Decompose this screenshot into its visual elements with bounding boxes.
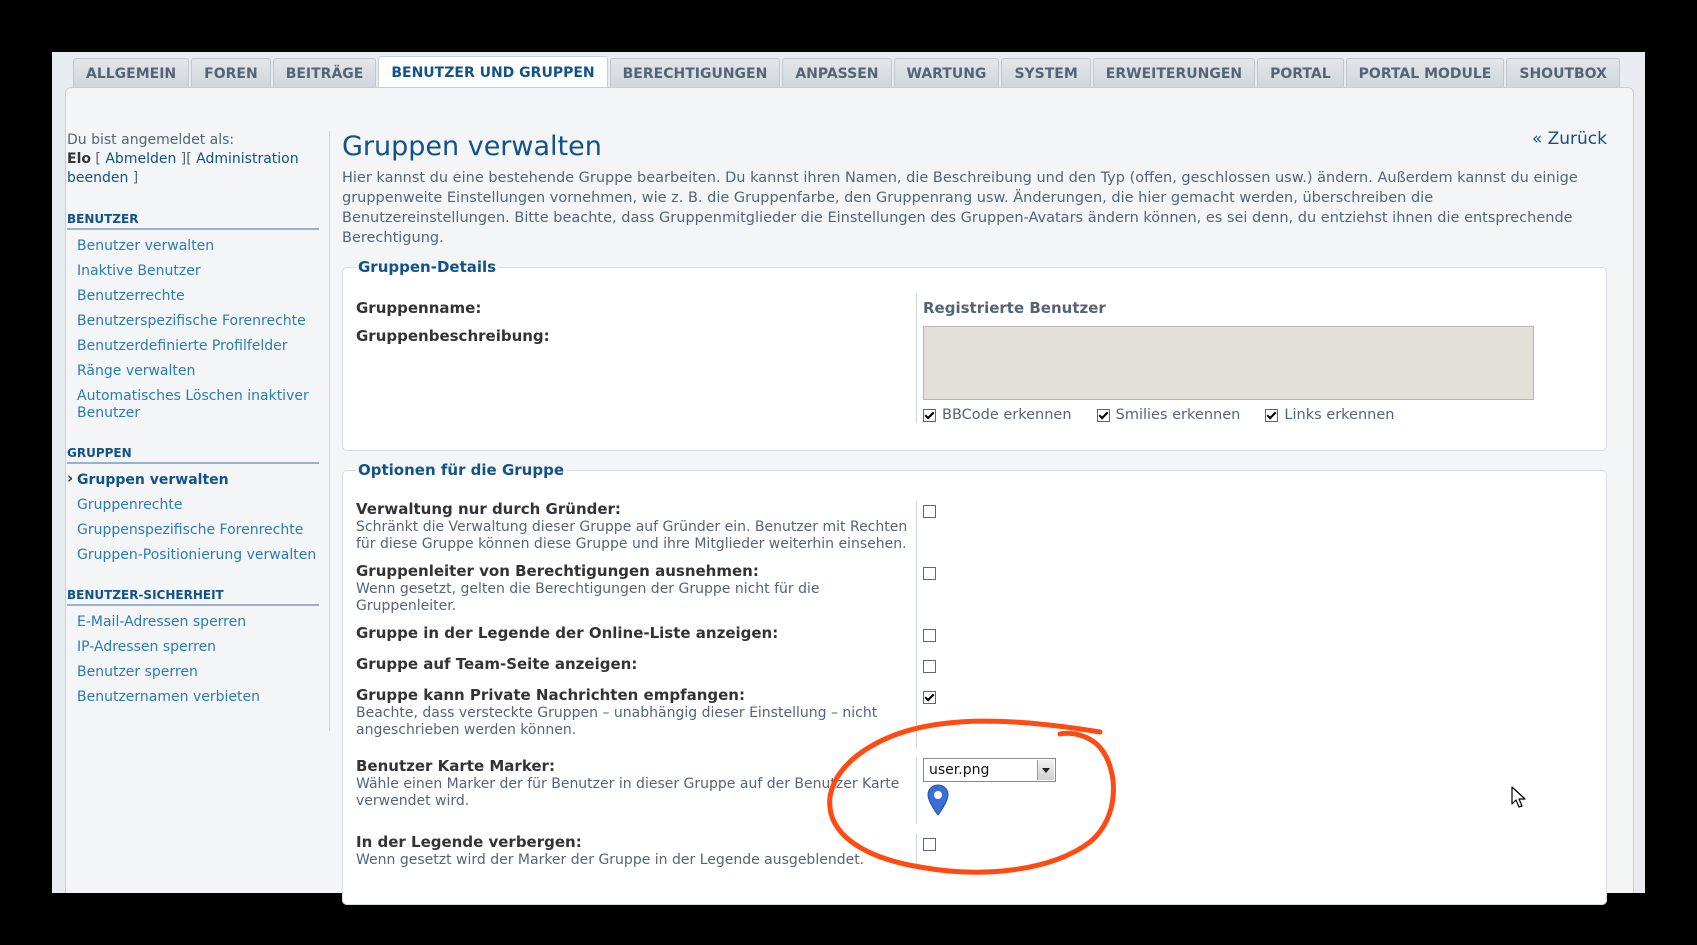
option-description: Beachte, dass versteckte Gruppen – unabh… <box>356 705 878 738</box>
login-info: Du bist angemeldet als: Elo [ Abmelden ]… <box>67 132 299 186</box>
sidebar-item[interactable]: Benutzerdefinierte Profilfelder <box>67 334 329 359</box>
logout-link[interactable]: Abmelden <box>105 151 176 167</box>
option-description: Schränkt die Verwaltung dieser Gruppe au… <box>356 519 908 552</box>
option-label: Verwaltung nur durch Gründer: Schränkt di… <box>356 501 916 563</box>
annotation-circle <box>827 718 1116 875</box>
option-row: Gruppe in der Legende der Online-Liste a… <box>356 625 1593 656</box>
sidebar-item[interactable]: Benutzerspezifische Forenrechte <box>67 309 329 334</box>
group-desc-row: Gruppenbeschreibung: BBCode erkennen Smi… <box>356 324 1593 423</box>
sidebar-menu: BENUTZER Benutzer verwalten Inaktive Benut… <box>67 212 329 710</box>
group-name-value: Registrierte Benutzer <box>923 299 1106 317</box>
mouse-cursor-icon <box>1511 786 1526 808</box>
sidebar-item[interactable]: Automatisches Löschen inaktiver Benutzer <box>67 384 329 426</box>
sidebar-section-heading: GRUPPEN <box>67 446 319 464</box>
option-checkbox[interactable] <box>923 660 936 673</box>
username: Elo <box>67 151 91 167</box>
option-label: Gruppenleiter von Berechtigungen ausnehm… <box>356 563 916 625</box>
group-description-textarea[interactable] <box>923 326 1534 400</box>
sidebar-item[interactable]: Benutzer verwalten <box>67 234 329 259</box>
marker-desc: Wähle einen Marker der für Benutzer in d… <box>356 776 900 809</box>
back-link[interactable]: « Zurück <box>1532 129 1607 149</box>
option-checkbox[interactable] <box>923 691 936 704</box>
sidebar-item[interactable]: Benutzernamen verbieten <box>67 685 329 710</box>
smilies-label: Smilies erkennen <box>1115 407 1241 423</box>
option-label: Gruppe auf Team-Seite anzeigen: <box>356 656 916 687</box>
option-title: Gruppe in der Legende der Online-Liste a… <box>356 624 779 642</box>
sidebar-section-heading: BENUTZER-SICHERHEIT <box>67 588 319 606</box>
login-prefix: Du bist angemeldet als: <box>67 132 235 148</box>
links-label: Links erkennen <box>1284 407 1395 423</box>
group-details-legend: Gruppen-Details <box>358 258 497 276</box>
option-row: Verwaltung nur durch Gründer: Schränkt di… <box>356 501 1593 563</box>
option-title: Gruppenleiter von Berechtigungen ausnehm… <box>356 562 759 580</box>
option-checkbox[interactable] <box>923 629 936 642</box>
group-details-fieldset: Gruppen-Details Gruppenname: Registriert… <box>342 258 1607 451</box>
sidebar-item[interactable]: Gruppenspezifische Forenrechte <box>67 518 329 543</box>
sidebar-item[interactable]: Ränge verwalten <box>67 359 329 384</box>
option-title: Verwaltung nur durch Gründer: <box>356 500 621 518</box>
marker-title: Benutzer Karte Marker: <box>356 757 555 775</box>
tab-berechtigungen[interactable]: BERECHTIGUNGEN <box>609 58 781 89</box>
tab-benutzer-und-gruppen[interactable]: BENUTZER UND GRUPPEN <box>378 56 608 89</box>
tab-allgemein[interactable]: ALLGEMEIN <box>73 58 190 89</box>
tab-wartung[interactable]: WARTUNG <box>893 58 1000 89</box>
group-name-label: Gruppenname: <box>356 299 482 317</box>
option-description: Wenn gesetzt, gelten die Berechtigungen … <box>356 581 820 614</box>
links-checkbox[interactable] <box>1265 408 1279 422</box>
sidebar-item[interactable]: Gruppenrechte <box>67 493 329 518</box>
option-title: Gruppe kann Private Nachrichten empfange… <box>356 686 745 704</box>
tab-erweiterungen[interactable]: ERWEITERUNGEN <box>1092 58 1256 89</box>
hide-legend-title: In der Legende verbergen: <box>356 833 582 851</box>
smilies-checkbox[interactable] <box>1096 408 1110 422</box>
sidebar-item[interactable]: Inaktive Benutzer <box>67 259 329 284</box>
sidebar: Du bist angemeldet als: Elo [ Abmelden ]… <box>67 131 330 731</box>
sidebar-item[interactable]: Benutzerrechte <box>67 284 329 309</box>
end-admin-link[interactable]: Administration beenden <box>67 151 299 186</box>
tab-portal[interactable]: PORTAL <box>1257 58 1344 89</box>
group-options-legend: Optionen für die Gruppe <box>358 461 564 479</box>
tab-anpassen[interactable]: ANPASSEN <box>782 58 892 89</box>
option-row: Gruppenleiter von Berechtigungen ausnehm… <box>356 563 1593 625</box>
sidebar-section-heading: BENUTZER <box>67 212 319 230</box>
sidebar-item[interactable]: Gruppen verwalten <box>67 468 329 493</box>
option-label: Gruppe in der Legende der Online-Liste a… <box>356 625 916 656</box>
bbcode-checkbox[interactable] <box>923 408 936 422</box>
tab-system[interactable]: SYSTEM <box>1001 58 1091 89</box>
tab-foren[interactable]: FOREN <box>191 58 271 89</box>
tab-shoutbox[interactable]: SHOUTBOX <box>1506 58 1620 89</box>
hide-legend-desc: Wenn gesetzt wird der Marker der Gruppe … <box>356 852 865 868</box>
tab-beiträge[interactable]: BEITRÄGE <box>272 58 377 89</box>
sidebar-item[interactable]: Benutzer sperren <box>67 660 329 685</box>
option-title: Gruppe auf Team-Seite anzeigen: <box>356 655 638 673</box>
sidebar-item[interactable]: IP-Adressen sperren <box>67 635 329 660</box>
page-intro: Hier kannst du eine bestehende Gruppe be… <box>342 170 1578 246</box>
page-title: Gruppen verwalten <box>342 131 602 162</box>
option-row: Gruppe auf Team-Seite anzeigen: <box>356 656 1593 687</box>
option-checkbox[interactable] <box>923 567 936 580</box>
sidebar-item[interactable]: E-Mail-Adressen sperren <box>67 610 329 635</box>
tab-portal-module[interactable]: PORTAL MODULE <box>1345 58 1505 89</box>
group-name-row: Gruppenname: Registrierte Benutzer <box>356 294 1593 326</box>
group-desc-label: Gruppenbeschreibung: <box>356 327 550 345</box>
main-tab-bar: ALLGEMEIN FOREN BEITRÄGE BENUTZER UND GRUPP… <box>73 56 1620 89</box>
sidebar-item[interactable]: Gruppen-Positionierung verwalten <box>67 543 329 568</box>
option-checkbox[interactable] <box>923 505 936 518</box>
bbcode-label: BBCode erkennen <box>942 407 1072 423</box>
